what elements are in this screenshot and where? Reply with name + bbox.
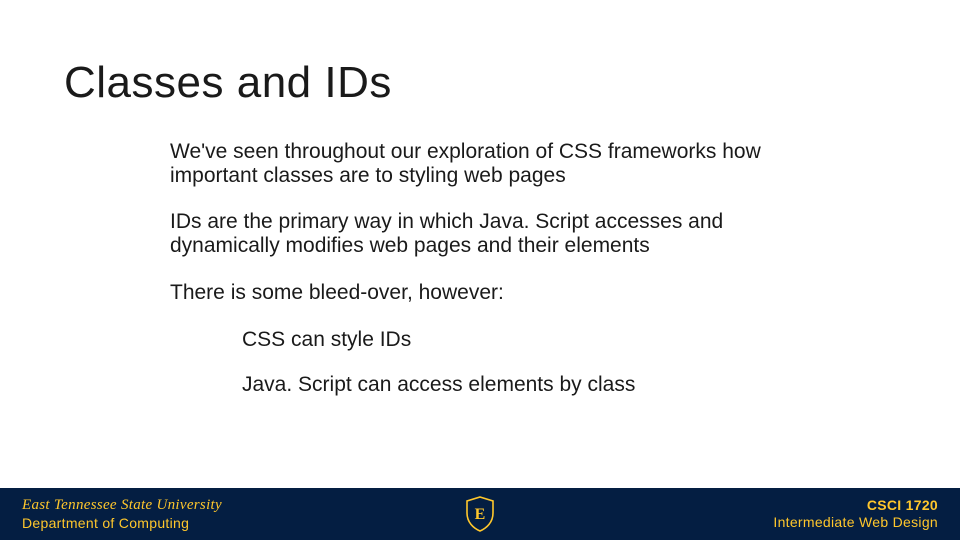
footer-university: East Tennessee State University [22,496,222,515]
footer-department: Department of Computing [22,515,222,533]
slide: Classes and IDs We've seen throughout ou… [0,0,960,540]
footer-right: CSCI 1720 Intermediate Web Design [773,497,938,532]
slide-content: We've seen throughout our exploration of… [170,140,790,417]
sub-list: CSS can style IDs Java. Script can acces… [242,327,790,397]
shield-icon: E [465,496,495,532]
footer-course-name: Intermediate Web Design [773,514,938,532]
footer-logo: E [465,496,495,532]
sub-item-1: CSS can style IDs [242,327,790,352]
sub-item-2: Java. Script can access elements by clas… [242,372,790,397]
footer-left: East Tennessee State University Departme… [22,496,222,532]
paragraph-2: IDs are the primary way in which Java. S… [170,210,790,258]
footer-course-code: CSCI 1720 [867,497,938,515]
paragraph-1: We've seen throughout our exploration of… [170,140,790,188]
slide-title: Classes and IDs [64,58,392,108]
footer-bar: East Tennessee State University Departme… [0,488,960,540]
paragraph-3: There is some bleed-over, however: [170,281,790,305]
shield-letter: E [475,506,486,523]
